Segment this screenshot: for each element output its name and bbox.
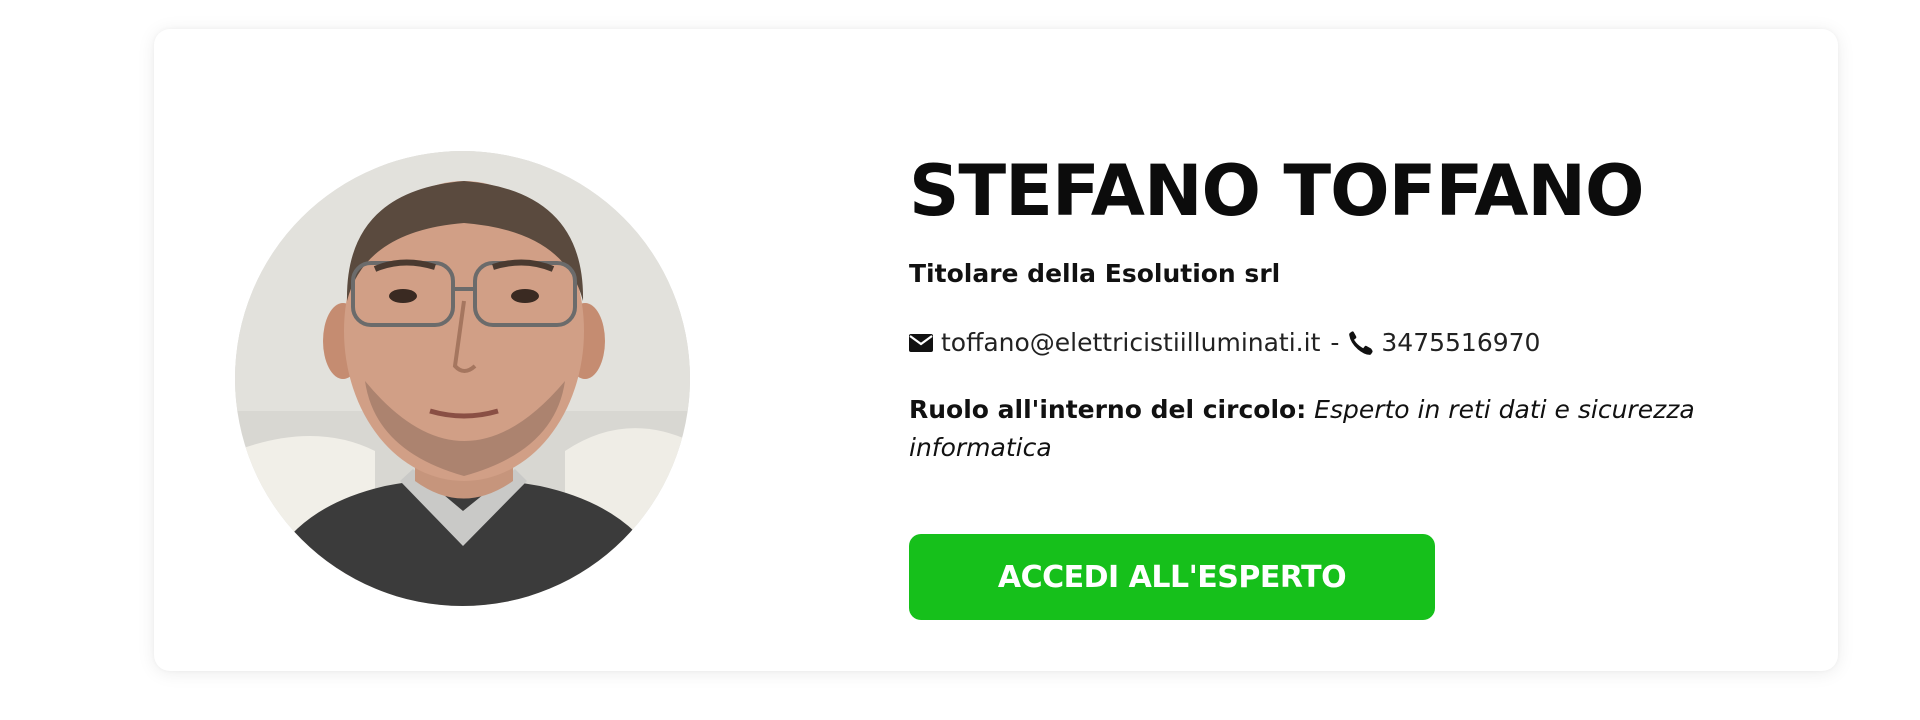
expert-card: STEFANO TOFFANO Titolare della Esolution… — [154, 29, 1838, 671]
contact-line: toffano@elettricistiilluminati.it - 3475… — [909, 328, 1729, 357]
avatar-photo — [235, 151, 690, 606]
phone-link[interactable]: 3475516970 — [1381, 328, 1540, 357]
email-link[interactable]: toffano@elettricistiilluminati.it — [941, 328, 1320, 357]
contact-separator: - — [1330, 328, 1340, 357]
envelope-icon — [909, 333, 933, 352]
access-expert-button[interactable]: ACCEDI ALL'ESPERTO — [909, 534, 1435, 620]
avatar — [235, 151, 690, 606]
phone-icon — [1349, 330, 1374, 355]
expert-name: STEFANO TOFFANO — [909, 150, 1645, 232]
circle-role: Ruolo all'interno del circolo: Esperto i… — [909, 391, 1709, 467]
profile-info: STEFANO TOFFANO Titolare della Esolution… — [909, 149, 1729, 467]
role-label: Ruolo all'interno del circolo: — [909, 395, 1307, 424]
expert-job-title: Titolare della Esolution srl — [909, 259, 1281, 288]
